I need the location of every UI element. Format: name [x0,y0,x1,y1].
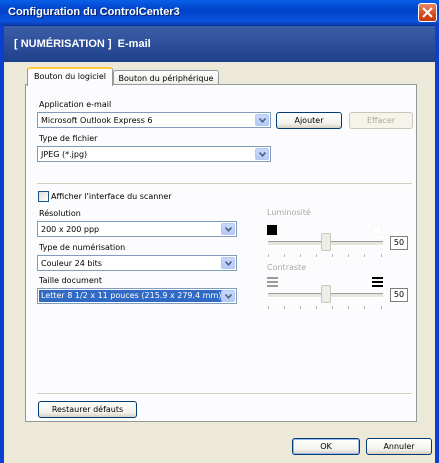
tick-mark [300,254,301,257]
chevron-down-icon [259,152,266,157]
window-title: Configuration du ControlCenter3 [8,6,180,18]
contrast-value: 50 [393,290,405,299]
document-size-select[interactable]: Letter 8 1/2 x 11 pouces (215.9 x 279.4 … [37,288,237,304]
light-square-icon [372,225,382,235]
high-contrast-icon [372,277,383,287]
brightness-ticks [268,254,383,257]
tick-mark [332,254,333,257]
delete-button[interactable]: Effacer [349,112,413,129]
low-contrast-icon [267,277,278,287]
brightness-value-box: 50 [390,236,408,250]
restore-defaults-button[interactable]: Restaurer défauts [38,401,137,418]
contrast-slider-thumb[interactable] [320,285,331,303]
tick-mark [364,306,365,309]
tick-mark [381,254,382,257]
tick-mark [381,306,382,309]
tick-mark [364,254,365,257]
document-size-label: Taille document [39,276,102,285]
add-button-label: Ajouter [294,116,324,125]
scanner-interface-label: Afficher l'interface du scanner [51,192,172,201]
section-header-title: [ NUMÉRISATION ] E-mail [14,38,151,50]
tick-mark [348,254,349,257]
tab-device-button-label: Bouton du périphérique [118,74,214,83]
chevron-down-icon [259,118,266,123]
tick-mark [332,306,333,309]
add-button[interactable]: Ajouter [276,112,342,129]
resolution-value: 200 x 200 ppp [41,225,100,234]
resolution-dropdown-button[interactable] [221,223,235,235]
file-type-value: JPEG (*.jpg) [41,150,88,159]
divider-top [37,183,412,185]
brightness-label: Luminosité [267,208,311,217]
tick-mark [348,306,349,309]
close-button[interactable] [418,3,437,22]
close-icon [422,7,433,18]
dark-square-icon [267,225,277,235]
chevron-down-icon [225,227,232,232]
cancel-button[interactable]: Annuler [366,438,432,455]
delete-button-label: Effacer [366,116,396,125]
tick-mark [268,254,269,257]
tab-software-button-label: Bouton du logiciel [34,72,106,81]
tick-mark [268,306,269,309]
email-app-dropdown-button[interactable] [255,114,269,126]
tick-mark [300,306,301,309]
brightness-slider-thumb[interactable] [320,233,331,251]
ok-button-label: OK [320,442,332,451]
chevron-down-icon [225,261,232,266]
email-app-label: Application e-mail [39,100,112,109]
tick-mark [316,254,317,257]
contrast-label: Contraste [267,263,307,272]
resolution-label: Résolution [39,209,81,218]
email-app-value: Microsoft Outlook Express 6 [41,116,153,125]
scan-type-dropdown-button[interactable] [221,257,235,269]
tab-software-button[interactable]: Bouton du logiciel [27,67,113,86]
scan-type-select[interactable]: Couleur 24 bits [37,255,237,271]
window-border-left [0,25,4,463]
divider-bottom [37,393,412,395]
section-header: [ NUMÉRISATION ] E-mail [4,26,435,62]
email-app-select[interactable]: Microsoft Outlook Express 6 [37,112,271,128]
scan-type-label: Type de numérisation [39,243,126,252]
file-type-select[interactable]: JPEG (*.jpg) [37,146,271,162]
contrast-ticks [268,306,383,309]
contrast-value-box: 50 [390,288,408,302]
title-bar[interactable]: Configuration du ControlCenter3 [0,0,439,26]
ok-button[interactable]: OK [292,438,360,455]
file-type-dropdown-button[interactable] [255,148,269,160]
tick-mark [316,306,317,309]
scanner-interface-checkbox[interactable] [38,191,49,202]
chevron-down-icon [225,294,232,299]
resolution-select[interactable]: 200 x 200 ppp [37,221,237,237]
document-size-dropdown-button[interactable] [221,290,235,302]
tick-mark [284,254,285,257]
scan-type-value: Couleur 24 bits [41,259,102,268]
configuration-dialog: Configuration du ControlCenter3 [ NUMÉRI… [0,0,439,463]
cancel-button-label: Annuler [383,442,415,451]
brightness-value: 50 [393,238,405,247]
document-size-value: Letter 8 1/2 x 11 pouces (215.9 x 279.4 … [39,290,224,302]
restore-defaults-label: Restaurer défauts [51,405,124,414]
tick-mark [284,306,285,309]
file-type-label: Type de fichier [39,134,98,143]
window-border-right [435,25,439,463]
